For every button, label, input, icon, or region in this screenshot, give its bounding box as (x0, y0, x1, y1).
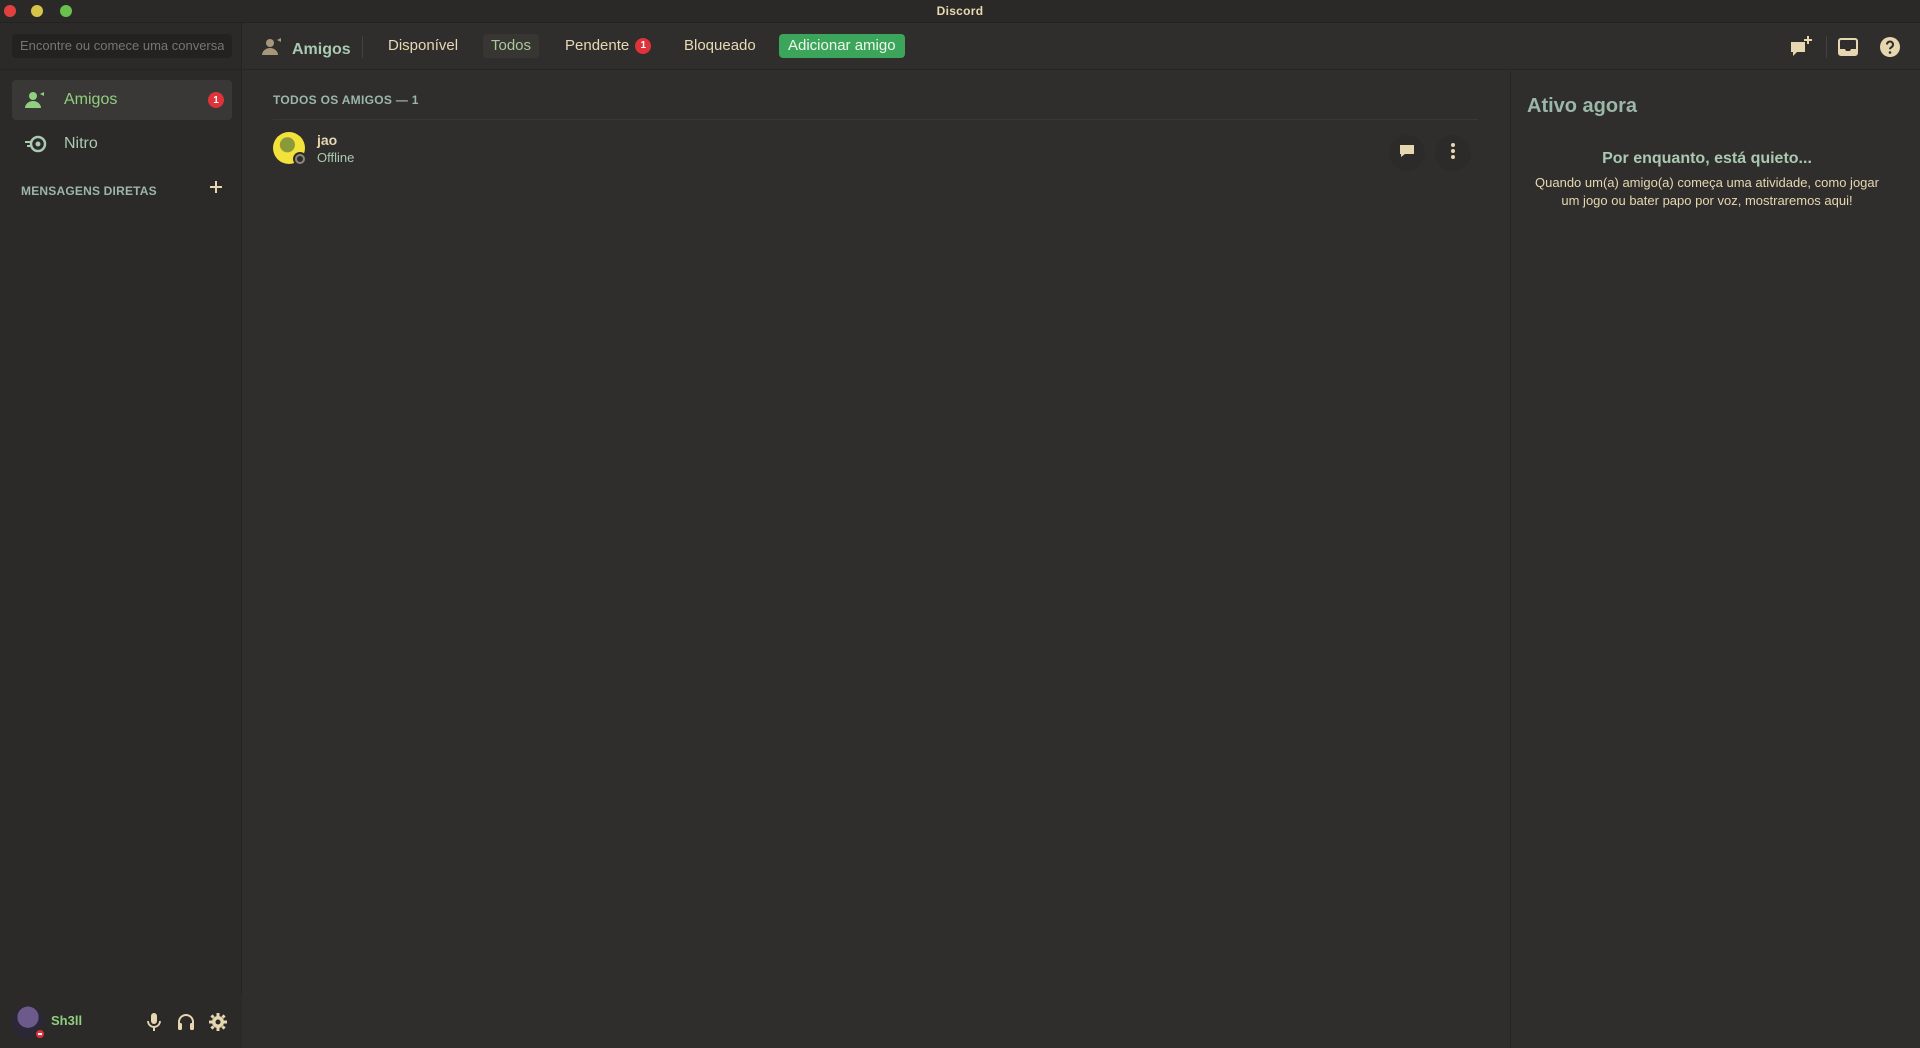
help-icon[interactable] (1877, 34, 1903, 60)
friends-icon (24, 88, 48, 112)
friends-icon (260, 35, 284, 64)
tab-disponivel[interactable]: Disponível (380, 34, 466, 58)
direct-messages-header: MENSAGENS DIRETAS (21, 184, 157, 198)
microphone-icon[interactable] (143, 1011, 165, 1033)
active-now-title: Ativo agora (1527, 95, 1638, 117)
list-item[interactable]: jao Offline (273, 124, 1478, 176)
window-title: Discord (936, 4, 984, 18)
sidebar: Amigos 1 Nitro MENSAGENS DIRETAS Sh3ll (0, 23, 242, 1048)
message-button[interactable] (1389, 135, 1425, 171)
sidebar-item-label: Amigos (64, 91, 118, 108)
tab-label: Pendente (565, 37, 630, 54)
friends-count-heading: TODOS OS AMIGOS — 1 (273, 93, 419, 107)
friends-divider (273, 119, 1478, 120)
sidebar-item-amigos[interactable]: Amigos 1 (12, 80, 232, 120)
sidebar-item-nitro[interactable]: Nitro (12, 124, 232, 164)
friend-requests-badge: 1 (208, 92, 224, 108)
more-options-button[interactable] (1435, 135, 1471, 171)
friends-list-panel: TODOS OS AMIGOS — 1 jao Offline (243, 71, 1510, 1048)
active-now-panel: Ativo agora Por enquanto, está quieto...… (1510, 71, 1920, 1048)
tab-pendente[interactable]: Pendente 1 (557, 34, 659, 58)
more-vertical-icon (1450, 142, 1456, 165)
do-not-disturb-status-icon (34, 1028, 46, 1040)
offline-status-icon (293, 152, 307, 166)
gear-icon[interactable] (207, 1011, 229, 1033)
new-group-dm-icon[interactable] (1788, 34, 1814, 60)
nitro-icon (24, 132, 48, 156)
chat-bubble-icon (1398, 142, 1416, 165)
title-bar: Discord (0, 0, 1920, 23)
create-dm-plus-icon[interactable] (207, 178, 225, 196)
active-now-empty-title: Por enquanto, está quieto... (1602, 150, 1812, 167)
header-divider (1826, 36, 1827, 58)
active-now-empty-body: Quando um(a) amigo(a) começa uma ativida… (1535, 175, 1879, 208)
sidebar-item-label: Nitro (64, 135, 98, 152)
username[interactable]: Sh3ll (51, 1013, 82, 1028)
pending-badge: 1 (635, 38, 652, 54)
page-title-label: Amigos (292, 40, 351, 58)
friends-header: Amigos Disponível Todos Pendente 1 Bloqu… (243, 23, 1920, 70)
friend-name: jao (317, 132, 338, 148)
headphones-icon[interactable] (175, 1011, 197, 1033)
friend-status: Offline (317, 150, 355, 165)
add-friend-button[interactable]: Adicionar amigo (779, 34, 905, 58)
user-panel: Sh3ll (0, 996, 242, 1048)
header-divider (362, 36, 363, 58)
tab-bloqueado[interactable]: Bloqueado (676, 34, 764, 58)
sidebar-divider (0, 69, 242, 70)
search-input[interactable] (12, 34, 232, 58)
tab-todos[interactable]: Todos (483, 34, 540, 58)
page-title: Amigos (260, 35, 351, 64)
inbox-icon[interactable] (1835, 34, 1861, 60)
